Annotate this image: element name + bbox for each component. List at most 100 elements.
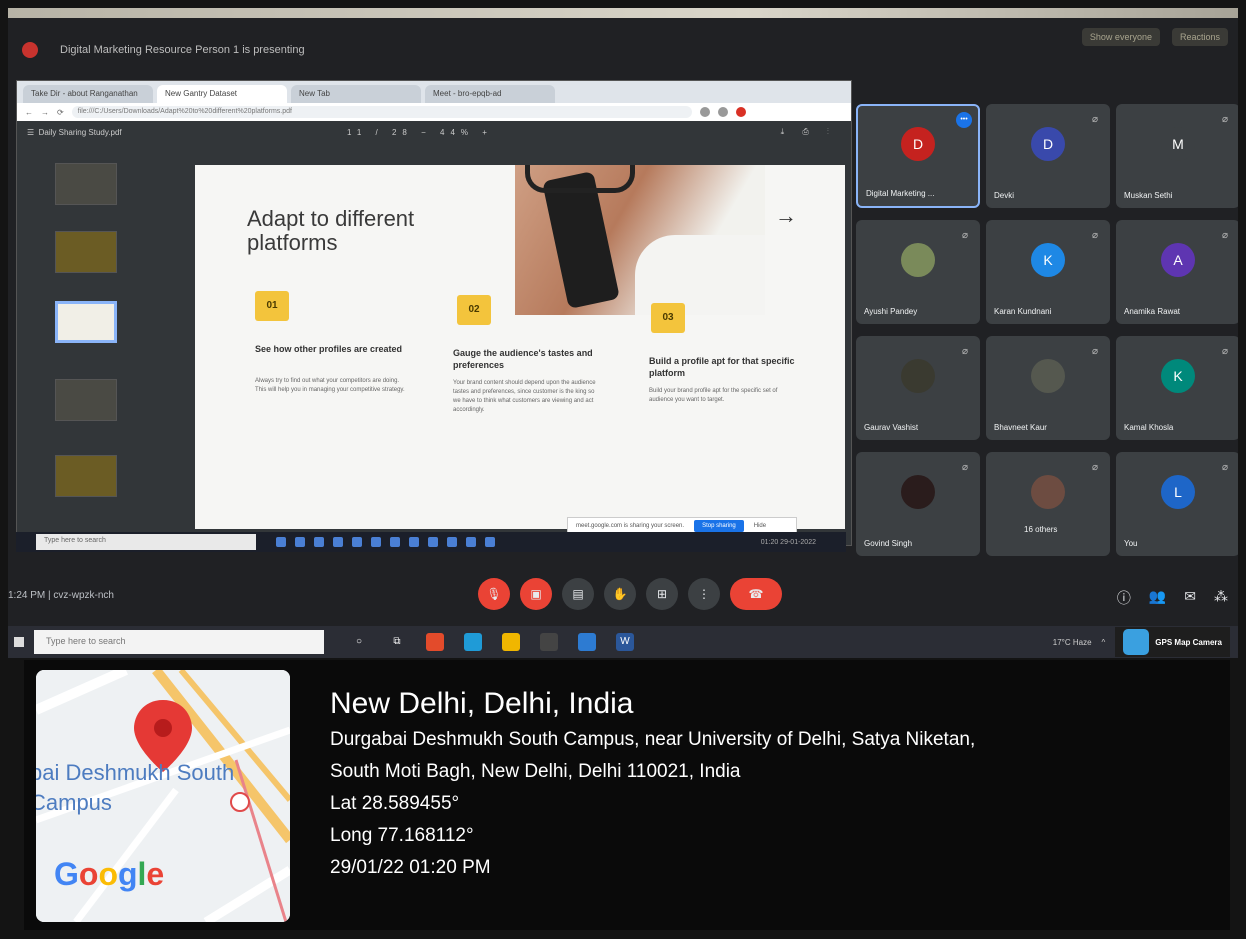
mic-off-button[interactable]: 🎙 xyxy=(478,578,510,610)
address-bar: ← → ⟳ file:///C:/Users/Downloads/Adapt%2… xyxy=(17,103,851,121)
taskbar-icons: ○ ⧉ W xyxy=(350,633,634,651)
shared-taskbar-icons xyxy=(276,537,495,547)
print-icon[interactable]: ⎙ xyxy=(802,127,816,136)
more-options-button[interactable]: ⋮ xyxy=(688,578,720,610)
mic-off-icon: ⌀ xyxy=(1091,346,1098,357)
stop-sharing-button[interactable]: Stop sharing xyxy=(694,520,744,532)
tray-chevron-icon[interactable]: ^ xyxy=(1102,638,1106,647)
participant-tile[interactable]: ⌀ D Devki xyxy=(986,104,1110,208)
participant-name: Gaurav Vashist xyxy=(864,423,919,432)
reload-icon[interactable]: ⟳ xyxy=(57,108,64,117)
page-thumbnail[interactable] xyxy=(55,163,117,205)
browser-tab[interactable]: Take Dir - about Ranganathan xyxy=(23,85,153,103)
step-heading: Gauge the audience's tastes and preferen… xyxy=(453,348,593,370)
page-thumbnail[interactable] xyxy=(55,231,117,273)
browser-tab[interactable]: Meet - bro-epqb-ad xyxy=(425,85,555,103)
participant-tile[interactable]: ⌀ Ayushi Pandey xyxy=(856,220,980,324)
app-icon[interactable] xyxy=(276,537,286,547)
app-icon[interactable] xyxy=(314,537,324,547)
edge-icon[interactable] xyxy=(464,633,482,651)
participant-tile[interactable]: ⌀ K Kamal Khosla xyxy=(1116,336,1238,440)
app-icon[interactable] xyxy=(352,537,362,547)
participant-tile[interactable]: ⌀ Govind Singh xyxy=(856,452,980,556)
app-icon[interactable] xyxy=(485,537,495,547)
extension-icon[interactable] xyxy=(717,107,728,117)
mic-off-icon: ⌀ xyxy=(1221,346,1228,357)
app-icon[interactable] xyxy=(333,537,343,547)
file-explorer-icon[interactable] xyxy=(502,633,520,651)
step-body: Build your brand profile apt for the spe… xyxy=(649,388,778,403)
present-button[interactable]: ⊞ xyxy=(646,578,678,610)
taskbar-search[interactable]: Type here to search xyxy=(34,630,324,654)
page-thumbnail[interactable] xyxy=(55,455,117,497)
presenting-bar: Digital Marketing Resource Person 1 is p… xyxy=(8,30,1238,70)
app-icon[interactable] xyxy=(390,537,400,547)
app-icon[interactable] xyxy=(428,537,438,547)
zoom-in-icon[interactable]: + xyxy=(482,128,493,137)
hide-button[interactable]: Hide xyxy=(754,523,766,529)
app-icon[interactable] xyxy=(447,537,457,547)
windows-start-icon[interactable] xyxy=(14,637,24,647)
shared-taskbar-clock: 01:20 29-01-2022 xyxy=(760,538,816,546)
shared-taskbar-search[interactable]: Type here to search xyxy=(36,534,256,550)
people-icon[interactable]: 👥 xyxy=(1149,588,1166,608)
raise-hand-button[interactable]: ✋ xyxy=(604,578,636,610)
participant-tile[interactable]: ⌀ Gaurav Vashist xyxy=(856,336,980,440)
step-heading: Build a profile apt for that specific pl… xyxy=(649,356,795,378)
chat-icon[interactable]: ✉ xyxy=(1184,588,1196,608)
browser-tab[interactable]: New Tab xyxy=(291,85,421,103)
avatar xyxy=(901,358,935,393)
participant-tile[interactable]: ••• D Digital Marketing ... xyxy=(856,104,980,208)
gps-camera-logo-icon xyxy=(1123,629,1150,655)
profile-icon[interactable] xyxy=(735,107,746,117)
cortana-icon[interactable]: ○ xyxy=(350,633,368,651)
mail-icon[interactable] xyxy=(578,633,596,651)
others-tile[interactable]: ⌀ 16 others xyxy=(986,452,1110,556)
participant-tile[interactable]: ⌀ Bhavneet Kaur xyxy=(986,336,1110,440)
task-view-icon[interactable]: ⧉ xyxy=(388,633,406,651)
pdf-filename: Daily Sharing Study.pdf xyxy=(38,127,122,137)
camera-off-button[interactable]: ▣ xyxy=(520,578,552,610)
browser-tab-active[interactable]: New Gantry Dataset xyxy=(157,85,287,103)
word-icon[interactable]: W xyxy=(616,633,634,651)
self-tile[interactable]: ⌀ L You xyxy=(1116,452,1238,556)
participant-tile[interactable]: ⌀ A Anamika Rawat xyxy=(1116,220,1238,324)
participant-name: Kamal Khosla xyxy=(1124,423,1174,432)
menu-icon[interactable]: ☰ xyxy=(27,128,39,137)
tab-strip: Take Dir - about Ranganathan New Gantry … xyxy=(17,81,851,103)
leave-call-button[interactable]: ☎ xyxy=(730,578,782,610)
forward-icon[interactable]: → xyxy=(41,108,49,117)
app-icon[interactable] xyxy=(409,537,419,547)
page-thumbnail[interactable] xyxy=(55,379,117,421)
extension-icon[interactable] xyxy=(699,107,710,117)
photo-edge xyxy=(8,8,1238,18)
zoom-level: 44% xyxy=(440,127,475,137)
zoom-out-icon[interactable]: − xyxy=(421,128,432,137)
app-icon[interactable] xyxy=(295,537,305,547)
participant-tile[interactable]: ⌀ M Muskan Sethi xyxy=(1116,104,1238,208)
sharing-banner-text: meet.google.com is sharing your screen. xyxy=(576,523,685,529)
chrome-icon[interactable] xyxy=(426,633,444,651)
arrow-right-icon: → xyxy=(775,203,797,228)
url-field[interactable]: file:///C:/Users/Downloads/Adapt%20to%20… xyxy=(71,106,692,118)
participant-tile[interactable]: ⌀ K Karan Kundnani xyxy=(986,220,1110,324)
more-icon[interactable]: ⋮ xyxy=(827,127,837,136)
app-icon[interactable] xyxy=(466,537,476,547)
store-icon[interactable] xyxy=(540,633,558,651)
activities-icon[interactable]: ⁂ xyxy=(1214,588,1228,608)
show-everyone-button[interactable]: Show everyone xyxy=(1081,28,1160,46)
weather-widget[interactable]: 17°C Haze xyxy=(1053,638,1092,647)
reactions-button[interactable]: Reactions xyxy=(1171,28,1228,46)
info-icon[interactable]: ⓘ xyxy=(1117,588,1131,608)
app-icon[interactable] xyxy=(371,537,381,547)
step-number: 03 xyxy=(651,303,685,333)
captions-button[interactable]: ▤ xyxy=(562,578,594,610)
page-thumbnail-selected[interactable] xyxy=(55,301,117,343)
location-title: New Delhi, Delhi, India xyxy=(330,687,634,720)
mic-off-icon: ⌀ xyxy=(1091,114,1098,125)
pdf-actions: ⤓ ⎙ ⋮ xyxy=(781,127,837,137)
participant-name: Karan Kundnani xyxy=(994,307,1052,316)
back-icon[interactable]: ← xyxy=(25,108,33,117)
download-icon[interactable]: ⤓ xyxy=(781,127,793,136)
presenting-icon xyxy=(22,42,38,58)
